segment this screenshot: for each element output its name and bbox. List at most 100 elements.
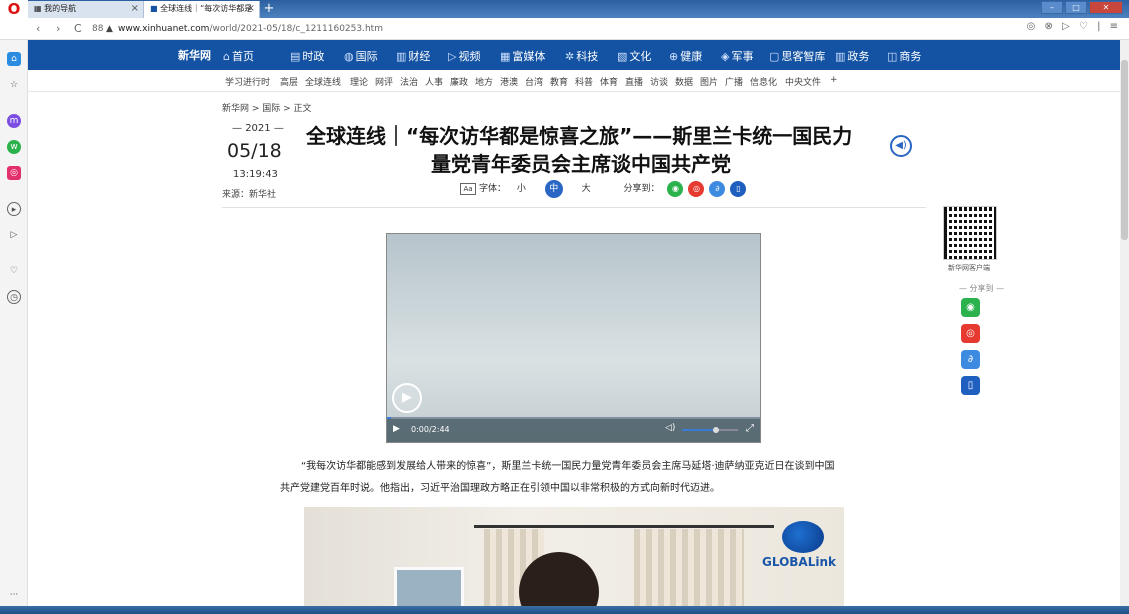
heart-icon[interactable]: ♡ [7, 264, 21, 278]
subnav-item-5[interactable]: 法治 [400, 75, 418, 88]
subnav-item-21[interactable]: + [830, 75, 838, 85]
volume-icon[interactable]: ◁) [665, 423, 675, 433]
opera-logo-icon[interactable]: O [0, 0, 28, 18]
nav-item-3[interactable]: ▥ 财经 [396, 48, 430, 64]
speed-dial-button[interactable]: 88 [92, 21, 103, 37]
subnav-item-10[interactable]: 台湾 [525, 75, 543, 88]
volume-knob[interactable] [712, 427, 719, 433]
weibo-share-icon[interactable]: ◎ [688, 180, 705, 197]
video-progress-fill [387, 417, 391, 419]
speaker-icon[interactable]: ◀) [890, 135, 912, 157]
font-small-button[interactable]: 小 [517, 181, 526, 194]
send-icon[interactable]: ▷ [7, 228, 21, 242]
close-icon[interactable]: × [247, 1, 255, 17]
close-window-button[interactable]: ✕ [1089, 1, 1123, 14]
nav-item-1[interactable]: ▤ 时政 [290, 48, 324, 64]
new-tab-button[interactable]: + [262, 1, 276, 17]
subnav-item-16[interactable]: 数据 [675, 75, 693, 88]
phone-share-icon[interactable]: ▯ [730, 180, 747, 197]
player-icon[interactable]: ▸ [7, 202, 21, 216]
subnav-item-3[interactable]: 理论 [350, 75, 368, 88]
scrollbar-thumb[interactable] [1121, 60, 1128, 240]
nav-item-icon: ▷ [448, 50, 457, 63]
subnav-item-13[interactable]: 体育 [600, 75, 618, 88]
address-bar-actions[interactable]: ◎ ⊗ ▷ ♡ | ≡ [1027, 21, 1121, 32]
weibo-share-side-icon[interactable]: ◎ [961, 324, 980, 343]
wechat-share-side-icon[interactable]: ◉ [961, 298, 980, 317]
browser-sidebar: ⌂ ☆ m w ◎ ▸ ▷ ♡ ◷ ··· [0, 40, 28, 614]
play-big-icon[interactable]: ▶ [392, 383, 422, 413]
instagram-icon[interactable]: ◎ [7, 166, 21, 180]
tab-my-navigation[interactable]: ▦ 我的导航 × [28, 1, 144, 18]
nav-item-5[interactable]: ▦ 富媒体 [500, 48, 545, 64]
maximize-button[interactable]: □ [1065, 1, 1087, 14]
nav-item-8[interactable]: ⊕ 健康 [669, 48, 702, 64]
subnav-item-20[interactable]: 中央文件 [785, 75, 821, 88]
link-share-side-icon[interactable]: ∂ [961, 350, 980, 369]
messenger-icon[interactable]: m [7, 114, 21, 128]
article-image: GLOBALink [304, 507, 844, 614]
nav-item-label: 文化 [629, 50, 652, 63]
nav-item-label: 富媒体 [512, 50, 546, 63]
minimize-button[interactable]: – [1041, 1, 1063, 14]
subnav-item-11[interactable]: 教育 [550, 75, 568, 88]
url-field[interactable]: www.xinhuanet.com/world/2021-05/18/c_121… [118, 21, 383, 37]
back-button[interactable]: ‹ [36, 21, 40, 37]
forward-button[interactable]: › [56, 21, 60, 37]
subnav-item-15[interactable]: 访谈 [650, 75, 668, 88]
subnav-item-17[interactable]: 图片 [700, 75, 718, 88]
nav-item-label: 政务 [847, 50, 870, 63]
subnav-item-0[interactable]: 学习进行时 [225, 75, 270, 88]
nav-item-10[interactable]: ▢ 思客智库 [769, 48, 825, 64]
nav-item-7[interactable]: ▧ 文化 [617, 48, 651, 64]
font-large-button[interactable]: 大 [582, 181, 591, 194]
font-medium-button[interactable]: 中 [544, 180, 563, 198]
breadcrumb[interactable]: 新华网 > 国际 > 正文 [222, 101, 312, 114]
tab-article[interactable]: ■ 全球连线｜“每次访华都是 × [144, 1, 260, 18]
video-progress-bar[interactable] [387, 417, 760, 419]
subnav-item-19[interactable]: 信息化 [750, 75, 777, 88]
history-icon[interactable]: ◷ [7, 290, 21, 304]
close-icon[interactable]: × [131, 1, 139, 17]
xinhua-logo[interactable]: 新华网 [178, 46, 212, 65]
nav-item-11[interactable]: ▥ 政务 [835, 48, 869, 64]
subnav-item-12[interactable]: 科普 [575, 75, 593, 88]
subnav-item-7[interactable]: 廉政 [450, 75, 468, 88]
whatsapp-icon[interactable]: w [7, 140, 21, 154]
share-label: 分享到： [623, 184, 660, 194]
video-player[interactable]: ▶ ▶ 0:00/2:44 ◁) ⤢ [386, 233, 761, 443]
article-time: 13:19:43 [233, 169, 278, 180]
link-share-icon[interactable]: ∂ [709, 180, 726, 197]
reload-button[interactable]: C [74, 21, 82, 37]
star-icon[interactable]: ☆ [7, 78, 21, 92]
subnav-item-2[interactable]: 全球连线 [305, 75, 341, 88]
wechat-share-icon[interactable]: ◉ [667, 180, 684, 197]
nav-item-12[interactable]: ◫ 商务 [887, 48, 921, 64]
volume-slider[interactable] [682, 427, 738, 433]
subnav-item-9[interactable]: 港澳 [500, 75, 518, 88]
subnav-item-6[interactable]: 人事 [425, 75, 443, 88]
nav-item-6[interactable]: ✲ 科技 [565, 48, 598, 64]
phone-share-side-icon[interactable]: ▯ [961, 376, 980, 395]
article-source: 来源：新华社 [222, 190, 277, 200]
nav-item-9[interactable]: ◈ 军事 [721, 48, 753, 64]
nav-item-label: 商务 [899, 50, 922, 63]
play-icon[interactable]: ▶ [393, 424, 400, 434]
nav-item-2[interactable]: ◍ 国际 [344, 48, 378, 64]
qr-code-icon[interactable] [943, 206, 997, 260]
subnav-item-4[interactable]: 网评 [375, 75, 393, 88]
more-icon[interactable]: ··· [7, 588, 21, 602]
volume-fill [682, 429, 716, 431]
subnav-item-1[interactable]: 高层 [280, 75, 298, 88]
home-icon[interactable]: ⌂ [7, 52, 21, 66]
nav-item-icon: ⌂ [223, 50, 230, 63]
subnav-item-8[interactable]: 地方 [475, 75, 493, 88]
nav-item-0[interactable]: ⌂ 首页 [223, 48, 254, 64]
warning-icon[interactable]: ▲ [106, 21, 113, 37]
font-size-icon: Aa [460, 183, 476, 195]
subnav-item-18[interactable]: 广播 [725, 75, 743, 88]
subnav-item-14[interactable]: 直播 [625, 75, 643, 88]
page-scrollbar[interactable] [1120, 40, 1129, 614]
nav-item-4[interactable]: ▷ 视频 [448, 48, 480, 64]
fullscreen-icon[interactable]: ⤢ [746, 423, 754, 434]
